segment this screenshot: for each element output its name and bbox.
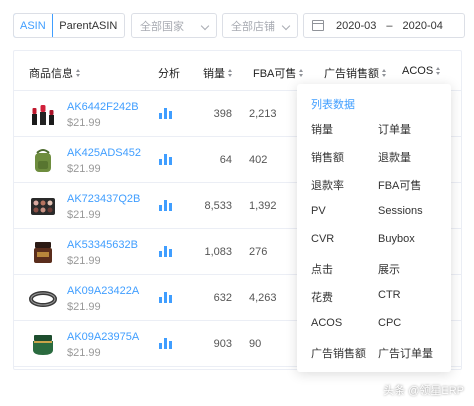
- column-option[interactable]: 销售额: [311, 149, 344, 165]
- column-header-acos-label: ACOS: [402, 65, 434, 77]
- column-option[interactable]: Sessions: [378, 205, 423, 217]
- column-header-ad-sales[interactable]: 广告销售额: [324, 65, 387, 81]
- asin-link[interactable]: AK6442F242B: [67, 101, 139, 113]
- asin-link[interactable]: AK09A23422A: [67, 285, 139, 297]
- column-option[interactable]: ACOS: [311, 317, 342, 329]
- tab-asin[interactable]: ASIN: [14, 14, 53, 37]
- product-image-backpack: [35, 149, 51, 172]
- column-option[interactable]: 退款量: [378, 149, 411, 165]
- column-option[interactable]: 展示: [378, 261, 400, 277]
- store-select[interactable]: 全部店铺: [222, 13, 298, 38]
- column-option[interactable]: CTR: [378, 289, 401, 301]
- product-image-jar: [34, 242, 52, 263]
- bar-chart-icon[interactable]: [159, 108, 173, 119]
- product-image-eyeshadow: [31, 198, 55, 215]
- bar-chart-icon[interactable]: [159, 292, 173, 303]
- column-header-analysis: 分析: [158, 68, 180, 80]
- product-image-lipstick: [32, 105, 54, 125]
- sort-icon[interactable]: [76, 69, 81, 77]
- sort-icon[interactable]: [228, 69, 233, 77]
- column-option[interactable]: CPC: [378, 317, 401, 329]
- column-header-fba[interactable]: FBA可售: [253, 65, 304, 81]
- store-select-placeholder: 全部店铺: [231, 20, 275, 33]
- column-option[interactable]: PV: [311, 205, 326, 217]
- calendar-icon: [312, 20, 324, 31]
- column-option[interactable]: 销量: [311, 121, 333, 137]
- column-option[interactable]: 花费: [311, 289, 333, 305]
- date-separator: –: [386, 19, 393, 32]
- asin-link[interactable]: AK723437Q2B: [67, 193, 140, 205]
- fba-value: 4,263: [249, 292, 277, 304]
- watermark: 头条 @领星ERP: [383, 385, 464, 397]
- fba-value: 276: [249, 246, 268, 258]
- fba-value: 402: [249, 154, 268, 166]
- column-header-product-label: 商品信息: [29, 68, 73, 80]
- column-header-fba-label: FBA可售: [253, 68, 297, 80]
- sales-value: 1,083: [204, 246, 232, 258]
- column-header-sales-label: 销量: [203, 68, 225, 80]
- price: $21.99: [67, 301, 101, 313]
- country-select[interactable]: 全部国家: [131, 13, 217, 38]
- bar-chart-icon[interactable]: [159, 246, 173, 257]
- sales-value: 8,533: [204, 200, 232, 212]
- column-option[interactable]: Buybox: [378, 233, 415, 245]
- column-header-ad-sales-label: 广告销售额: [324, 68, 379, 80]
- date-end[interactable]: 2020-04: [403, 20, 443, 32]
- panel-title: 列表数据: [311, 99, 355, 111]
- bar-chart-icon[interactable]: [159, 338, 173, 349]
- column-settings-panel: 列表数据 销量 订单量 销售额 退款量 退款率 FBA可售 PV Session…: [297, 84, 451, 372]
- asin-type-switch: ASIN ParentASIN: [13, 13, 125, 38]
- sort-icon[interactable]: [382, 69, 387, 77]
- date-range-picker[interactable]: 2020-03 – 2020-04: [303, 13, 465, 38]
- fba-value: 1,392: [249, 200, 277, 212]
- product-image-cream-jar: [33, 335, 53, 355]
- asin-link[interactable]: AK425ADS452: [67, 147, 141, 159]
- country-select-placeholder: 全部国家: [140, 20, 184, 33]
- price: $21.99: [67, 163, 101, 175]
- column-header-product[interactable]: 商品信息: [29, 65, 81, 81]
- column-header-sales[interactable]: 销量: [203, 65, 233, 81]
- product-image-headband: [29, 291, 57, 307]
- sort-icon[interactable]: [436, 67, 441, 75]
- column-option[interactable]: 退款率: [311, 177, 344, 193]
- price: $21.99: [67, 209, 101, 221]
- tab-parent-asin[interactable]: ParentASIN: [53, 14, 124, 37]
- column-option[interactable]: 订单量: [378, 121, 411, 137]
- bar-chart-icon[interactable]: [159, 154, 173, 165]
- price: $21.99: [67, 117, 101, 129]
- chevron-down-icon: [281, 21, 291, 31]
- sales-value: 64: [219, 154, 232, 166]
- column-option[interactable]: 广告销售额: [311, 345, 366, 361]
- column-header-acos[interactable]: ACOS: [402, 65, 441, 77]
- column-option[interactable]: CVR: [311, 233, 334, 245]
- chevron-down-icon: [200, 21, 210, 31]
- sales-value: 398: [213, 108, 232, 120]
- asin-link[interactable]: AK53345632B: [67, 239, 138, 251]
- sales-value: 632: [213, 292, 232, 304]
- column-option[interactable]: FBA可售: [378, 177, 421, 193]
- sales-value: 903: [213, 338, 232, 350]
- bar-chart-icon[interactable]: [159, 200, 173, 211]
- asin-link[interactable]: AK09A23975A: [67, 331, 139, 343]
- sort-icon[interactable]: [299, 69, 304, 77]
- column-option[interactable]: 点击: [311, 261, 333, 277]
- fba-value: 2,213: [249, 108, 277, 120]
- date-start[interactable]: 2020-03: [336, 20, 376, 32]
- fba-value: 90: [249, 338, 262, 350]
- price: $21.99: [67, 347, 101, 359]
- price: $21.99: [67, 255, 101, 267]
- column-option[interactable]: 广告订单量: [378, 345, 433, 361]
